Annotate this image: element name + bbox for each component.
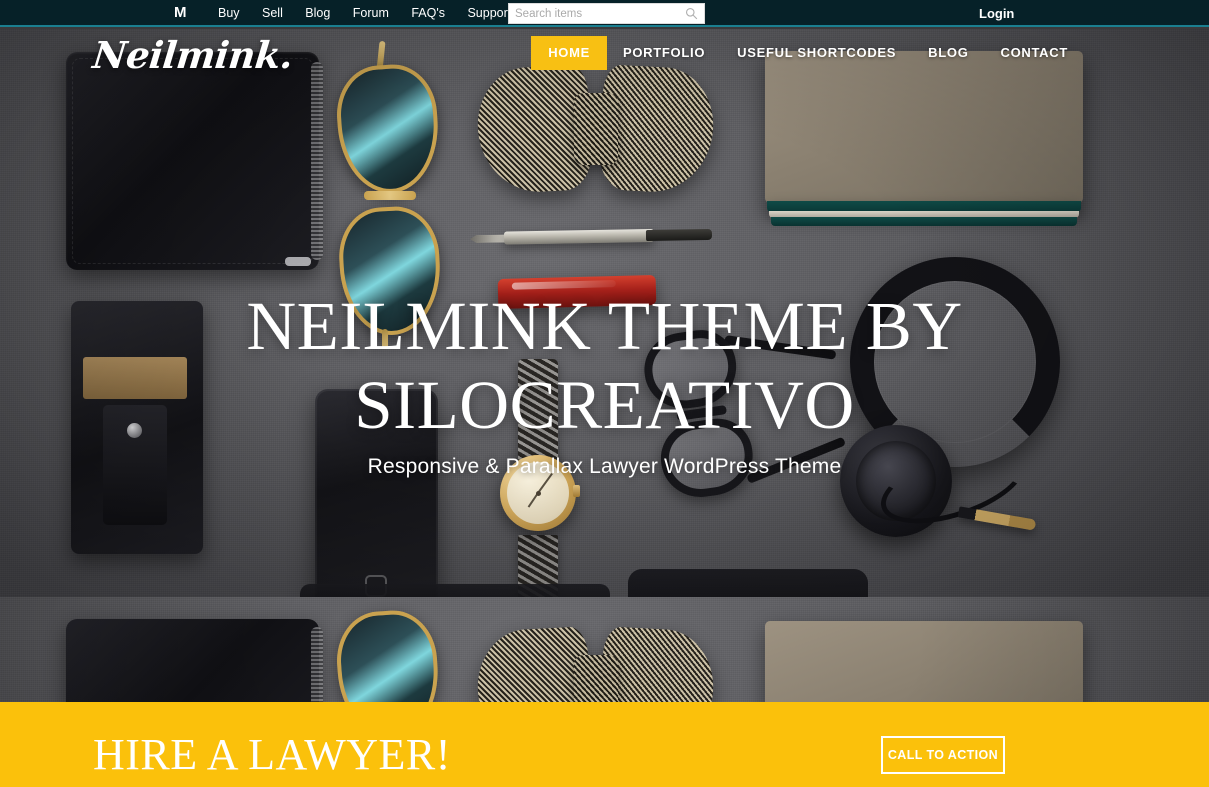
topbar-link-faqs[interactable]: FAQ's	[402, 0, 454, 27]
hero-strip-vignette	[0, 597, 1209, 702]
search-box[interactable]	[508, 3, 705, 24]
hero-parallax-strip	[0, 597, 1209, 702]
search-icon[interactable]	[685, 7, 698, 20]
call-to-action-button[interactable]: CALL TO ACTION	[881, 736, 1005, 774]
topbar-link-forum[interactable]: Forum	[344, 0, 398, 27]
topbar-link-sell[interactable]: Sell	[253, 0, 292, 27]
nav-item-blog[interactable]: BLOG	[912, 36, 984, 70]
search-input[interactable]	[509, 4, 677, 23]
m-logo-icon[interactable]: M	[174, 3, 187, 23]
hero-subtitle: Responsive & Parallax Lawyer WordPress T…	[367, 455, 842, 478]
hero-title: NEILMINK THEME BY SILOCREATIVO	[246, 288, 963, 443]
hero-text-block: NEILMINK THEME BY SILOCREATIVO Responsiv…	[0, 29, 1209, 479]
site-logo[interactable]: Neilmink.	[91, 33, 295, 77]
login-link[interactable]: Login	[979, 0, 1014, 27]
cta-title: HIRE A LAWYER!	[93, 730, 451, 779]
top-utility-bar: M Buy Sell Blog Forum FAQ's Support Logi…	[0, 0, 1209, 27]
call-to-action-bar: HIRE A LAWYER!	[0, 702, 1209, 787]
topbar-link-buy[interactable]: Buy	[209, 0, 249, 27]
nav-item-contact[interactable]: CONTACT	[985, 36, 1084, 70]
top-utility-bar-inner: M Buy Sell Blog Forum FAQ's Support Logi…	[0, 0, 1209, 27]
page-root: M Buy Sell Blog Forum FAQ's Support Logi…	[0, 0, 1209, 787]
top-utility-nav: Buy Sell Blog Forum FAQ's Support	[209, 0, 520, 27]
nav-item-useful-shortcodes[interactable]: USEFUL SHORTCODES	[721, 36, 912, 70]
main-header: Neilmink. HOME PORTFOLIO USEFUL SHORTCOD…	[0, 29, 1209, 79]
main-nav: HOME PORTFOLIO USEFUL SHORTCODES BLOG CO…	[531, 36, 1084, 70]
nav-item-portfolio[interactable]: PORTFOLIO	[607, 36, 721, 70]
topbar-link-blog[interactable]: Blog	[296, 0, 339, 27]
nav-item-home[interactable]: HOME	[531, 36, 607, 70]
